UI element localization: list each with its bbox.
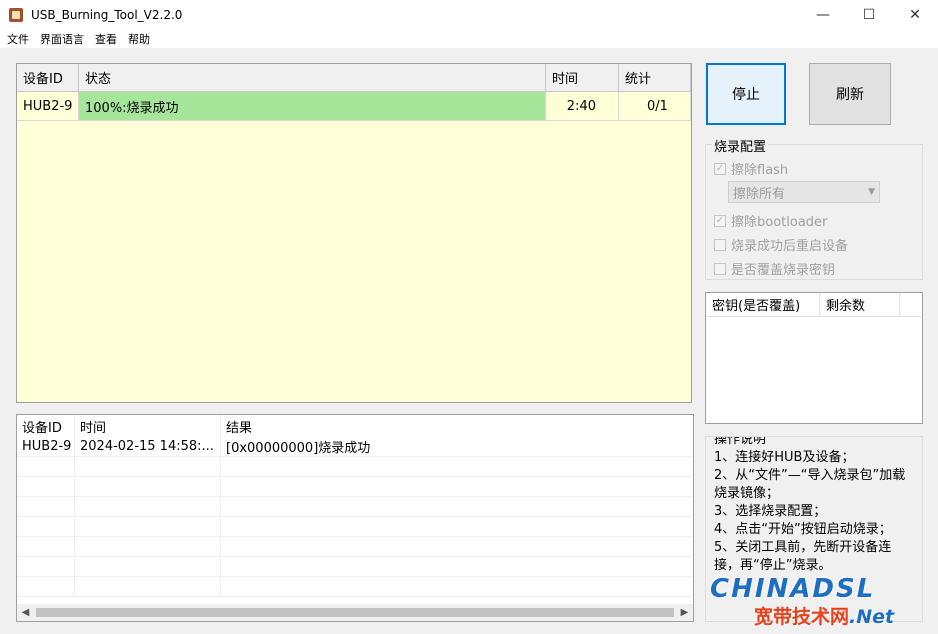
reboot-after-option[interactable]: 烧录成功后重启设备 bbox=[714, 235, 848, 254]
title-bar: USB_Burning_Tool_V2.2.0 — ☐ ✕ bbox=[0, 0, 938, 30]
chevron-down-icon: ▼ bbox=[868, 187, 875, 197]
scroll-right-icon[interactable]: ▶ bbox=[676, 604, 693, 621]
status-cell: 100%:烧录成功 bbox=[79, 92, 546, 120]
log-row-empty bbox=[17, 557, 693, 577]
log-table-header: 设备ID 时间 结果 bbox=[17, 415, 693, 437]
overwrite-key-option[interactable]: 是否覆盖烧录密钥 bbox=[714, 259, 835, 278]
log-col-result[interactable]: 结果 bbox=[221, 415, 691, 437]
close-button[interactable]: ✕ bbox=[892, 0, 938, 30]
log-row-empty bbox=[17, 497, 693, 517]
log-row-empty bbox=[17, 457, 693, 477]
device-table-header: 设备ID 状态 时间 统计 bbox=[17, 64, 691, 92]
checkbox-checked-icon[interactable]: ✓ bbox=[714, 214, 726, 227]
erase-flash-label: 擦除flash bbox=[731, 163, 789, 178]
scroll-left-icon[interactable]: ◀ bbox=[17, 604, 34, 621]
col-time[interactable]: 时间 bbox=[546, 64, 619, 91]
watermark-brand: CHINADSL bbox=[710, 574, 876, 604]
col-count[interactable]: 统计 bbox=[619, 64, 691, 91]
menu-help[interactable]: 帮助 bbox=[124, 31, 154, 47]
instruction-line: 接，再“停止”烧录。 bbox=[714, 558, 832, 573]
instruction-line: 烧录镜像； bbox=[714, 486, 780, 501]
key-table[interactable]: 密钥(是否覆盖) 剩余数 bbox=[705, 292, 923, 424]
log-time: 2024-02-15 14:58:... bbox=[75, 437, 221, 456]
erase-mode-value: 擦除所有 bbox=[733, 186, 786, 202]
log-table[interactable]: 设备ID 时间 结果 HUB2-9 2024-02-15 14:58:... [… bbox=[16, 414, 694, 622]
instruction-line: 4、点击“开始”按钮启动烧录； bbox=[714, 522, 892, 537]
watermark-sub: 宽带技术网.Net bbox=[754, 602, 894, 629]
erase-flash-option[interactable]: ✓ 擦除flash bbox=[714, 159, 788, 178]
menu-language[interactable]: 界面语言 bbox=[36, 31, 88, 47]
log-row-empty bbox=[17, 477, 693, 497]
device-id-cell: HUB2-9 bbox=[17, 92, 79, 120]
key-col-key[interactable]: 密钥(是否覆盖) bbox=[706, 293, 820, 316]
col-device-id[interactable]: 设备ID bbox=[17, 64, 79, 91]
refresh-button[interactable]: 刷新 bbox=[809, 63, 891, 125]
instruction-line: 1、连接好HUB及设备； bbox=[714, 450, 855, 465]
menu-bar: 文件 界面语言 查看 帮助 bbox=[0, 30, 938, 48]
reboot-after-label: 烧录成功后重启设备 bbox=[731, 239, 849, 254]
checkbox-empty-icon[interactable] bbox=[714, 262, 726, 275]
device-table[interactable]: 设备ID 状态 时间 统计 HUB2-9 100%:烧录成功 2:40 0/1 bbox=[16, 63, 692, 403]
instruction-line: 5、关闭工具前，先断开设备连 bbox=[714, 540, 892, 555]
log-row-empty bbox=[17, 537, 693, 557]
log-col-device-id[interactable]: 设备ID bbox=[17, 415, 75, 437]
scrollbar-thumb[interactable] bbox=[36, 608, 674, 617]
window-title: USB_Burning_Tool_V2.2.0 bbox=[31, 8, 183, 22]
erase-mode-select[interactable]: 擦除所有 ▼ bbox=[728, 181, 880, 203]
erase-bootloader-option[interactable]: ✓ 擦除bootloader bbox=[714, 211, 827, 230]
minimize-button[interactable]: — bbox=[800, 0, 846, 30]
overwrite-key-label: 是否覆盖烧录密钥 bbox=[731, 263, 836, 278]
instruction-line: 3、选择烧录配置； bbox=[714, 504, 827, 519]
maximize-button[interactable]: ☐ bbox=[846, 0, 892, 30]
log-row-empty bbox=[17, 577, 693, 597]
key-table-header: 密钥(是否覆盖) 剩余数 bbox=[706, 293, 922, 317]
watermark-sub-text: 宽带技术网 bbox=[754, 606, 850, 628]
log-row-empty bbox=[17, 517, 693, 537]
log-col-time[interactable]: 时间 bbox=[75, 415, 221, 437]
col-status[interactable]: 状态 bbox=[79, 64, 546, 91]
count-cell: 0/1 bbox=[619, 92, 691, 120]
horizontal-scrollbar[interactable]: ◀ ▶ bbox=[17, 604, 693, 621]
log-row[interactable]: HUB2-9 2024-02-15 14:58:... [0x00000000]… bbox=[17, 437, 693, 457]
log-result: [0x00000000]烧录成功 bbox=[226, 441, 371, 456]
burn-config-title: 烧录配置 bbox=[712, 136, 769, 155]
key-col-remaining[interactable]: 剩余数 bbox=[820, 293, 900, 316]
burn-config-group: 烧录配置 ✓ 擦除flash 擦除所有 ▼ ✓ 擦除bootloader 烧录成… bbox=[705, 136, 923, 280]
app-icon bbox=[9, 8, 23, 22]
watermark-logo: CHINADSL 宽带技术网.Net bbox=[706, 574, 932, 630]
instruction-line: 2、从“文件”—“导入烧录包”加载 bbox=[714, 468, 906, 483]
stop-button[interactable]: 停止 bbox=[706, 63, 786, 125]
log-device-id: HUB2-9 bbox=[17, 437, 75, 456]
menu-view[interactable]: 查看 bbox=[91, 31, 121, 47]
menu-file[interactable]: 文件 bbox=[3, 31, 33, 47]
time-cell: 2:40 bbox=[546, 92, 619, 120]
checkbox-empty-icon[interactable] bbox=[714, 238, 726, 251]
checkbox-checked-icon[interactable]: ✓ bbox=[714, 162, 726, 175]
window-controls: — ☐ ✕ bbox=[800, 0, 938, 30]
erase-bootloader-label: 擦除bootloader bbox=[731, 215, 828, 230]
instructions-text: 1、连接好HUB及设备； 2、从“文件”—“导入烧录包”加载 烧录镜像； 3、选… bbox=[714, 449, 922, 575]
watermark-net: .Net bbox=[849, 606, 895, 628]
table-row[interactable]: HUB2-9 100%:烧录成功 2:40 0/1 bbox=[17, 92, 691, 121]
instructions-title: 操作说明 bbox=[712, 437, 769, 447]
